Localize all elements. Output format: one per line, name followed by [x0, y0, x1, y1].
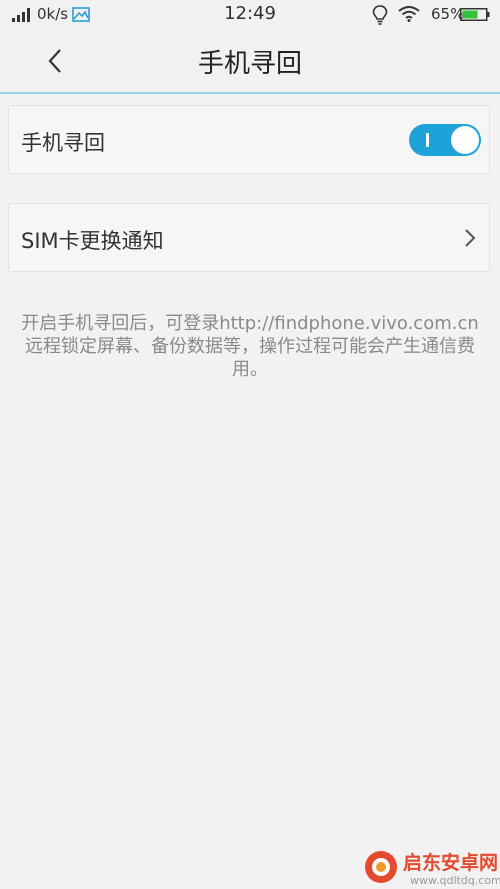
find-phone-setting[interactable]: 手机寻回 — [8, 105, 490, 174]
watermark-text: 启东安卓网 — [403, 852, 499, 874]
toggle-knob — [451, 126, 479, 154]
bulb-icon — [372, 5, 388, 25]
page-title: 手机寻回 — [197, 49, 302, 79]
title-bar: 手机寻回 — [0, 30, 500, 94]
sim-change-notify-setting[interactable]: SIM卡更换通知 — [8, 203, 490, 272]
toggle-on-mark — [426, 133, 429, 147]
watermark-logo-icon — [365, 851, 397, 883]
wifi-icon — [398, 6, 420, 22]
find-phone-toggle[interactable] — [409, 124, 481, 156]
site-watermark: 启东安卓网 www.qdltdq.com — [360, 846, 500, 889]
clock: 12:49 — [224, 3, 276, 24]
watermark-url: www.qdltdq.com — [410, 874, 500, 887]
chevron-right-icon — [465, 229, 476, 247]
find-phone-label: 手机寻回 — [21, 131, 105, 155]
find-phone-description: 开启手机寻回后，可登录http://findphone.vivo.com.cn远… — [21, 313, 479, 380]
sim-change-notify-label: SIM卡更换通知 — [21, 229, 164, 253]
battery-icon — [460, 8, 490, 21]
status-bar: 0k/s 12:49 65% — [0, 0, 500, 30]
